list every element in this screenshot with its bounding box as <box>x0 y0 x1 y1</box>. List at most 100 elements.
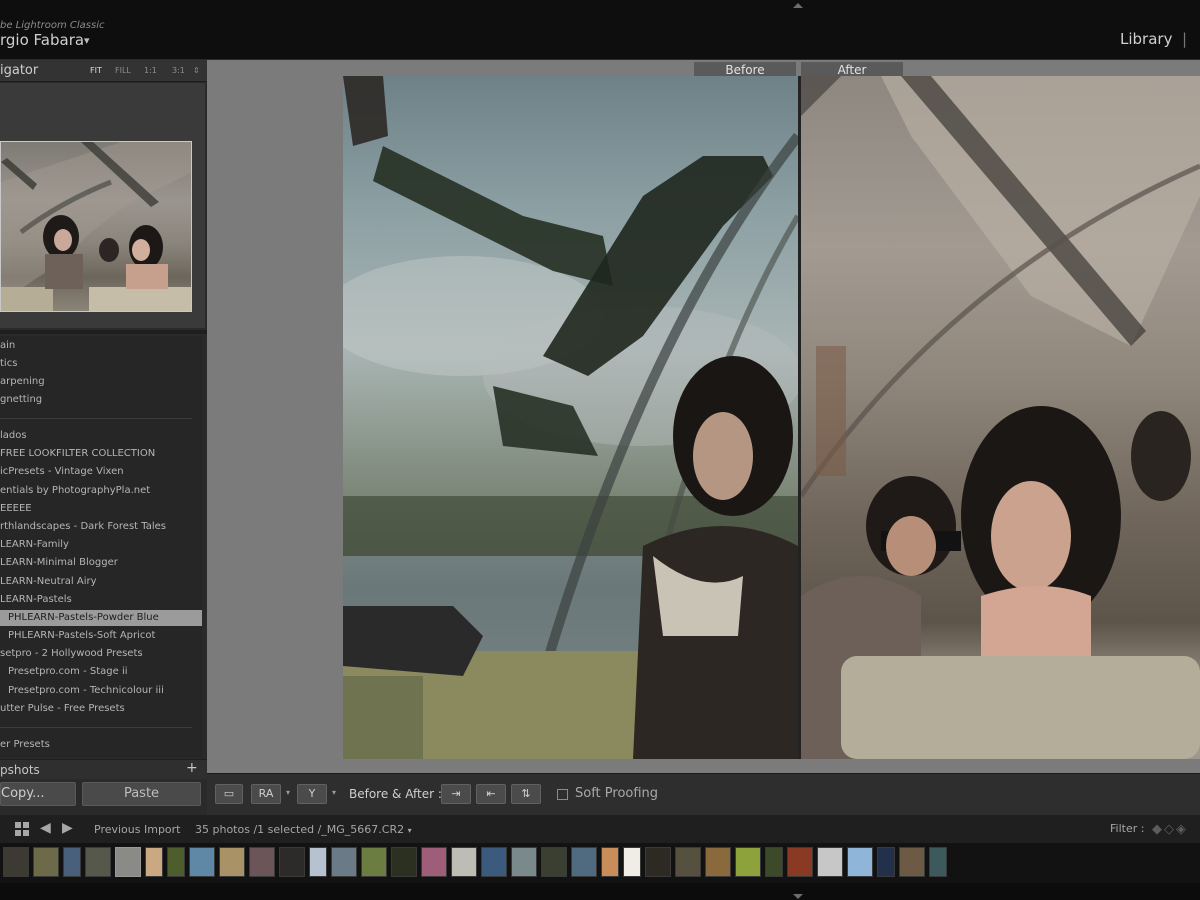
add-snapshot-icon[interactable]: + <box>186 760 198 776</box>
back-arrow-icon[interactable]: ◀ <box>40 820 51 836</box>
filmstrip-source[interactable]: Previous Import <box>94 823 181 836</box>
swap-before-after-button[interactable]: ⇅ <box>511 784 541 804</box>
loupe-view-button[interactable]: ▭ <box>215 784 243 804</box>
preset-folder[interactable]: utter Pulse - Free Presets <box>0 701 202 717</box>
module-library[interactable]: Library <box>1120 30 1172 48</box>
grid-view-icon[interactable] <box>15 822 29 836</box>
view-caret-icon[interactable]: ▾ <box>286 788 290 797</box>
photo-count-caret-icon[interactable]: ▾ <box>408 826 412 835</box>
filmstrip-thumbnail[interactable] <box>451 847 477 877</box>
soft-proofing-label[interactable]: Soft Proofing <box>575 786 658 801</box>
preset-folder[interactable]: er Presets <box>0 737 202 753</box>
copy-button[interactable]: Copy... <box>0 782 76 806</box>
filmstrip-thumbnail[interactable] <box>571 847 597 877</box>
preset-folder[interactable]: LEARN-Neutral Airy <box>0 574 202 590</box>
navigator-fill[interactable]: FILL <box>115 66 131 75</box>
filmstrip-thumbnail[interactable] <box>361 847 387 877</box>
snapshots-header[interactable]: pshots + <box>0 759 207 779</box>
preset-folder[interactable]: rthlandscapes - Dark Forest Tales <box>0 519 202 535</box>
forward-arrow-icon[interactable]: ▶ <box>62 820 73 836</box>
preset-folder[interactable]: LEARN-Pastels <box>0 592 202 608</box>
filmstrip-thumbnail[interactable] <box>877 847 895 877</box>
before-after-caret-icon[interactable]: ▾ <box>332 788 336 797</box>
navigator-header[interactable]: igator FIT FILL 1:1 3:1 ⇕ <box>0 60 207 82</box>
filmstrip-thumbnail[interactable] <box>511 847 537 877</box>
filmstrip-thumbnail[interactable] <box>481 847 507 877</box>
filmstrip-thumbnail[interactable] <box>847 847 873 877</box>
view-background <box>207 759 1200 773</box>
preset-item[interactable]: arpening <box>0 374 202 390</box>
filmstrip-thumbnail[interactable] <box>391 847 417 877</box>
copy-after-to-before-button[interactable]: ⇤ <box>476 784 506 804</box>
filter-flags-icon[interactable]: ◆◇◈ <box>1152 822 1188 837</box>
preset-folder[interactable]: EEEEE <box>0 501 202 517</box>
preset-folder[interactable]: FREE LOOKFILTER COLLECTION <box>0 446 202 462</box>
preset-item[interactable]: ain <box>0 338 202 354</box>
filmstrip-thumbnail[interactable] <box>115 847 141 877</box>
bottom-edge <box>0 883 1200 900</box>
snapshots-title: pshots <box>0 763 40 777</box>
before-after-label: Before & After : <box>349 787 442 801</box>
filmstrip-thumbnail[interactable] <box>145 847 163 877</box>
filmstrip-thumbnail[interactable] <box>331 847 357 877</box>
preset-item[interactable]: gnetting <box>0 392 202 408</box>
filmstrip-thumbnail[interactable] <box>929 847 947 877</box>
filmstrip-thumbnail[interactable] <box>817 847 843 877</box>
filmstrip-thumbnail[interactable] <box>645 847 671 877</box>
preset-folder[interactable]: setpro - 2 Hollywood Presets <box>0 646 202 662</box>
user-name[interactable]: rgio Fabara <box>0 31 84 49</box>
preset-folder[interactable]: entials by PhotographyPla.net <box>0 483 202 499</box>
preset-folder[interactable]: icPresets - Vintage Vixen <box>0 464 202 480</box>
navigator-thumbnail[interactable] <box>0 141 192 312</box>
filmstrip-thumbnail[interactable] <box>249 847 275 877</box>
soft-proofing-checkbox[interactable] <box>557 789 568 800</box>
before-after-view-button[interactable]: Y <box>297 784 327 804</box>
after-photo[interactable] <box>801 76 1200 759</box>
filmstrip-thumbnail[interactable] <box>541 847 567 877</box>
before-photo[interactable] <box>343 76 798 759</box>
filmstrip-header: ◀ ▶ Previous Import 35 photos /1 selecte… <box>0 815 1200 843</box>
filmstrip-thumbnail[interactable] <box>219 847 245 877</box>
bottom-panel-toggle-icon[interactable] <box>793 894 803 899</box>
preset-item[interactable]: tics <box>0 356 202 372</box>
filmstrip-thumbnail[interactable] <box>279 847 305 877</box>
filmstrip-thumbnail[interactable] <box>63 847 81 877</box>
preset-folder[interactable]: LEARN-Minimal Blogger <box>0 555 202 571</box>
navigator-fit[interactable]: FIT <box>90 66 102 75</box>
filmstrip-thumbnail[interactable] <box>167 847 185 877</box>
presets-panel: ain tics arpening gnetting lados FREE LO… <box>0 336 202 758</box>
before-after-view: Before After <box>207 60 1200 773</box>
preset-item[interactable]: Presetpro.com - Stage ii <box>0 664 202 680</box>
user-menu-arrow-icon[interactable]: ▾ <box>84 34 90 47</box>
filmstrip-thumbnail[interactable] <box>421 847 447 877</box>
filmstrip-thumbnail[interactable] <box>33 847 59 877</box>
filmstrip-thumbnail[interactable] <box>675 847 701 877</box>
navigator-3-1[interactable]: 3:1 <box>172 66 185 75</box>
filmstrip-thumbnail[interactable] <box>85 847 111 877</box>
filmstrip-thumbnail[interactable] <box>787 847 813 877</box>
filmstrip-thumbnail[interactable] <box>189 847 215 877</box>
top-panel-toggle-icon[interactable] <box>793 3 803 8</box>
filmstrip-thumbnail[interactable] <box>705 847 731 877</box>
filmstrip-thumbnail[interactable] <box>899 847 925 877</box>
copy-before-to-after-button[interactable]: ⇥ <box>441 784 471 804</box>
filmstrip-thumbnail[interactable] <box>3 847 29 877</box>
identity-bar: be Lightroom Classic rgio Fabara ▾ Libra… <box>0 0 1200 60</box>
filmstrip-thumbnail[interactable] <box>623 847 641 877</box>
navigator-1-1[interactable]: 1:1 <box>144 66 157 75</box>
reference-view-button[interactable]: RA <box>251 784 281 804</box>
paste-button[interactable]: Paste <box>82 782 201 806</box>
preset-folder[interactable]: lados <box>0 428 202 444</box>
preset-folder[interactable]: LEARN-Family <box>0 537 202 553</box>
preset-item-selected[interactable]: PHLEARN-Pastels-Powder Blue <box>0 610 202 626</box>
filmstrip-thumbnail[interactable] <box>735 847 761 877</box>
photo-count[interactable]: 35 photos /1 selected /_MG_5667.CR2 ▾ <box>195 823 412 836</box>
filmstrip-thumbnail[interactable] <box>601 847 619 877</box>
filmstrip-thumbnail[interactable] <box>765 847 783 877</box>
filmstrip <box>0 843 1200 883</box>
preset-item[interactable]: PHLEARN-Pastels-Soft Apricot <box>0 628 202 644</box>
preset-item[interactable]: Presetpro.com - Technicolour iii <box>0 683 202 699</box>
module-separator: | <box>1182 30 1188 48</box>
filmstrip-thumbnail[interactable] <box>309 847 327 877</box>
navigator-zoom-caret-icon[interactable]: ⇕ <box>193 66 200 75</box>
